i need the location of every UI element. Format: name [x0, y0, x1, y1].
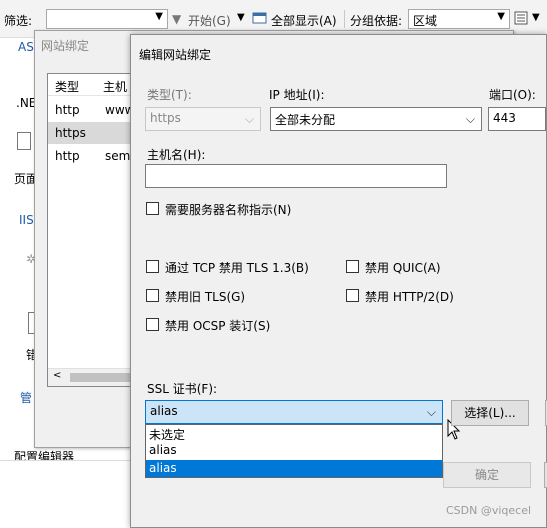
show-all-button[interactable]: 全部显示(A) [271, 12, 337, 29]
hostname-field[interactable] [145, 164, 447, 188]
chevron-down-icon: ▼ [155, 11, 163, 22]
ip-select[interactable]: 全部未分配 ⌵ [270, 107, 482, 131]
dropdown-option[interactable]: alias [146, 442, 442, 459]
edit-binding-dialog: 编辑网站绑定 类型(T): https ⌵ IP 地址(I): 全部未分配 ⌵ … [130, 34, 547, 528]
watermark: CSDN @viqecel [446, 504, 532, 517]
filter-label: 筛选: [4, 14, 33, 28]
ok-button[interactable]: 确定 [443, 462, 531, 488]
feature-panel-bottom [0, 460, 134, 528]
view-icon[interactable] [514, 11, 528, 28]
http2-label[interactable]: 禁用 HTTP/2(D) [365, 288, 454, 305]
start-filter-button[interactable]: 开始(G) [188, 12, 231, 29]
column-header-host[interactable]: 主机 [103, 78, 127, 95]
group-by-label: 分组依据: [350, 14, 403, 28]
old-tls-label[interactable]: 禁用旧 TLS(G) [165, 288, 245, 305]
type-value: https [150, 111, 181, 125]
type-label: 类型(T): [147, 88, 192, 102]
port-value: 443 [493, 111, 516, 125]
group-by-value: 区域 [413, 14, 438, 28]
chevron-down-icon: ⌵ [465, 112, 475, 126]
sni-checkbox[interactable] [146, 202, 159, 215]
ssl-cert-select[interactable]: alias ⌵ [145, 400, 443, 424]
port-label: 端口(O): [489, 88, 536, 102]
dropdown-option-selected[interactable]: alias [146, 460, 442, 477]
option-label: alias [149, 461, 177, 475]
ocsp-label[interactable]: 禁用 OCSP 装订(S) [165, 317, 270, 334]
tcp-tls13-label[interactable]: 通过 TCP 禁用 TLS 1.3(B) [165, 259, 309, 276]
chevron-down-icon: ⌵ [244, 112, 254, 126]
page-icon [17, 132, 31, 150]
old-tls-checkbox[interactable] [146, 289, 159, 302]
quic-label[interactable]: 禁用 QUIC(A) [365, 259, 441, 276]
ssl-cert-label: SSL 证书(F): [147, 382, 218, 396]
asp-label: AS [18, 40, 34, 54]
group-by-select[interactable]: 区域 ▼ [408, 9, 510, 29]
chevron-down-icon[interactable]: ▼ [532, 12, 540, 23]
ip-label: IP 地址(I): [269, 88, 325, 102]
port-field[interactable]: 443 [488, 107, 546, 131]
row-type: https [55, 126, 86, 140]
sni-label[interactable]: 需要服务器名称指示(N) [165, 201, 291, 218]
window-title: 网站绑定 [41, 39, 90, 53]
option-label: 未选定 [149, 428, 186, 442]
column-header-type[interactable]: 类型 [55, 78, 79, 95]
ip-value: 全部未分配 [275, 113, 336, 127]
chevron-left-icon[interactable]: < [53, 370, 61, 381]
ocsp-checkbox[interactable] [146, 318, 159, 331]
funnel-icon: ▼ [172, 12, 182, 26]
hostname-label: 主机名(H): [147, 148, 206, 162]
filter-input[interactable]: ▼ [46, 9, 168, 29]
dialog-title: 编辑网站绑定 [139, 48, 212, 62]
manage-label: 管 [20, 391, 33, 405]
dropdown-option[interactable]: 未选定 [146, 425, 442, 442]
row-type: http [55, 103, 80, 117]
quic-checkbox[interactable] [346, 260, 359, 273]
chevron-down-icon: ▼ [497, 11, 505, 22]
toolbar-separator [344, 10, 345, 28]
tcp-tls13-checkbox[interactable] [146, 260, 159, 273]
show-all-icon [252, 10, 268, 29]
http2-checkbox[interactable] [346, 289, 359, 302]
ssl-cert-value: alias [150, 404, 178, 418]
option-label: alias [149, 443, 177, 457]
select-cert-button[interactable]: 选择(L)... [451, 400, 529, 426]
row-type: http [55, 149, 80, 163]
ssl-cert-dropdown: 未选定 alias alias [145, 424, 443, 478]
type-select[interactable]: https ⌵ [145, 107, 261, 131]
chevron-down-icon: ⌵ [426, 405, 436, 419]
iis-label: IIS [19, 213, 34, 227]
start-dropdown-icon[interactable]: ▼ [237, 12, 245, 23]
